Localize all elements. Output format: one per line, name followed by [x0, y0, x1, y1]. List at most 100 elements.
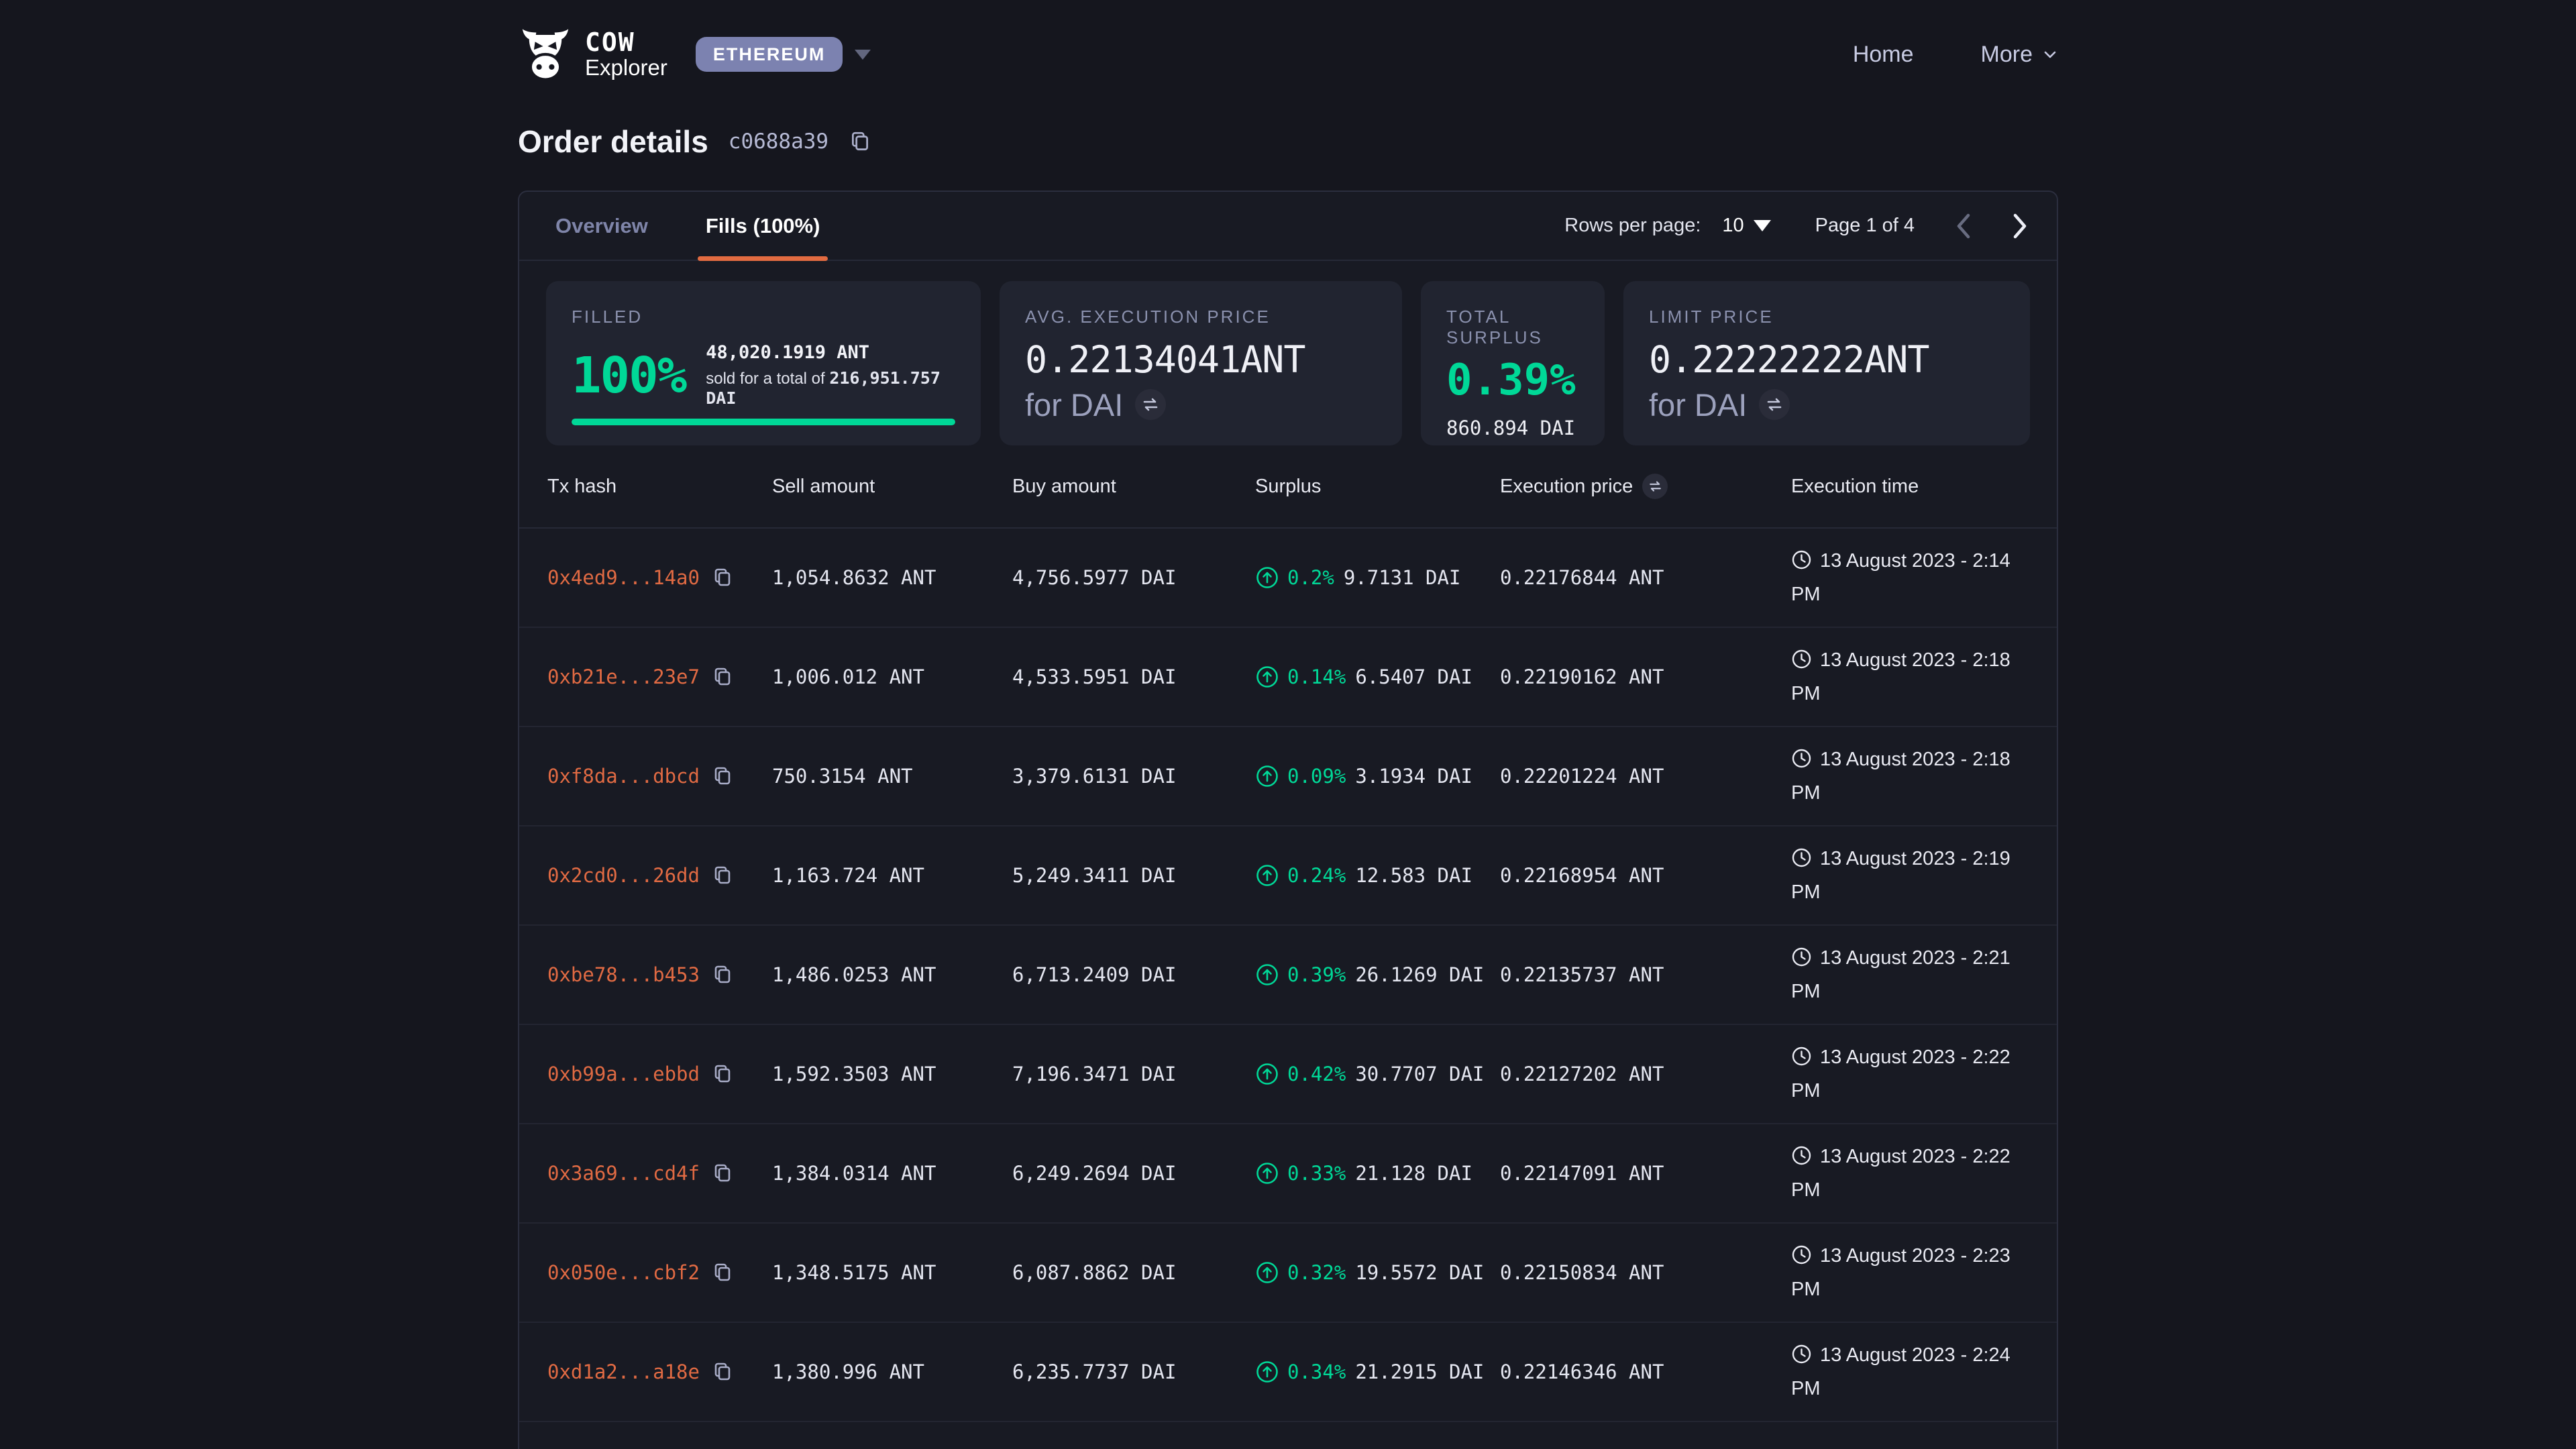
execution-price: 0.22168954 ANT — [1500, 864, 1791, 887]
filled-progress-fill — [572, 419, 955, 425]
select-caret-icon — [1754, 220, 1771, 231]
copy-tx-hash-button[interactable] — [712, 1063, 733, 1085]
buy-amount: 6,235.7737 DAI — [1012, 1360, 1255, 1383]
cow-icon — [518, 27, 573, 82]
fills-table: Tx hash Sell amount Buy amount Surplus E… — [519, 445, 2057, 1422]
next-page-button[interactable] — [2011, 213, 2029, 239]
execution-price: 0.22201224 ANT — [1500, 765, 1791, 788]
buy-amount: 4,756.5977 DAI — [1012, 566, 1255, 589]
fill-row: 0x2cd0...26dd 1,163.724 ANT 5,249.3411 D… — [519, 826, 2057, 926]
copy-tx-hash-button[interactable] — [712, 964, 733, 985]
tx-hash-link[interactable]: 0xb21e...23e7 — [547, 665, 700, 688]
copy-tx-hash-button[interactable] — [712, 1163, 733, 1184]
surplus-amount: 3.1934 DAI — [1355, 765, 1472, 788]
sell-amount: 1,486.0253 ANT — [772, 963, 1012, 986]
tx-hash-link[interactable]: 0xd1a2...a18e — [547, 1360, 700, 1383]
sell-amount: 1,054.8632 ANT — [772, 566, 1012, 589]
surplus-percent: 0.34% — [1287, 1360, 1346, 1383]
surplus-amount: 21.128 DAI — [1355, 1162, 1472, 1185]
col-execution-price: Execution price — [1500, 474, 1791, 499]
header: COW Explorer ETHEREUM Home More — [518, 0, 2058, 82]
copy-icon — [712, 1163, 733, 1184]
network-selector[interactable]: ETHEREUM — [696, 37, 843, 72]
total-surplus-label: TOTAL SURPLUS — [1446, 307, 1579, 348]
cow-explorer-logo[interactable]: COW Explorer — [518, 27, 667, 82]
rows-per-page-select[interactable]: 10 — [1722, 215, 1770, 237]
sell-amount: 1,348.5175 ANT — [772, 1261, 1012, 1284]
invert-limit-price-button[interactable] — [1759, 389, 1790, 420]
invert-execution-price-button[interactable] — [1642, 474, 1668, 499]
tab-bar: Overview Fills (100%) Rows per page: 10 … — [519, 192, 2057, 261]
copy-tx-hash-button[interactable] — [712, 666, 733, 688]
buy-amount: 6,713.2409 DAI — [1012, 963, 1255, 986]
page-status: Page 1 of 4 — [1815, 215, 1915, 237]
pagination: Rows per page: 10 Page 1 of 4 — [1564, 213, 2029, 239]
tx-hash-link[interactable]: 0x050e...cbf2 — [547, 1261, 700, 1284]
chevron-right-icon — [2011, 213, 2029, 239]
execution-time: 13 August 2023 - 2:19 PM — [1791, 844, 2017, 908]
surplus-up-icon — [1255, 1360, 1279, 1384]
clock-icon — [1791, 1344, 1812, 1374]
execution-time-text: 13 August 2023 - 2:23 PM — [1791, 1245, 2010, 1300]
clock-icon — [1791, 1046, 1812, 1076]
sell-amount: 1,384.0314 ANT — [772, 1162, 1012, 1185]
network-caret-icon[interactable] — [855, 50, 871, 60]
copy-tx-hash-button[interactable] — [712, 1262, 733, 1283]
execution-time-text: 13 August 2023 - 2:24 PM — [1791, 1344, 2010, 1399]
surplus-up-icon — [1255, 566, 1279, 590]
fill-row: 0xbe78...b453 1,486.0253 ANT 6,713.2409 … — [519, 926, 2057, 1025]
copy-tx-hash-button[interactable] — [712, 765, 733, 787]
copy-tx-hash-button[interactable] — [712, 567, 733, 588]
tx-hash-link[interactable]: 0x4ed9...14a0 — [547, 566, 700, 589]
surplus-percent: 0.32% — [1287, 1261, 1346, 1284]
tx-hash-link[interactable]: 0xf8da...dbcd — [547, 765, 700, 788]
nav-home[interactable]: Home — [1853, 42, 1914, 68]
surplus-up-icon — [1255, 863, 1279, 888]
execution-price: 0.22135737 ANT — [1500, 963, 1791, 986]
copy-icon — [849, 130, 871, 153]
surplus-up-icon — [1255, 1062, 1279, 1086]
copy-tx-hash-button[interactable] — [712, 865, 733, 886]
prev-page-button[interactable] — [1955, 213, 1972, 239]
buy-amount: 3,379.6131 DAI — [1012, 765, 1255, 788]
copy-order-id-button[interactable] — [849, 130, 871, 153]
execution-time: 13 August 2023 - 2:22 PM — [1791, 1042, 2017, 1106]
nav-more[interactable]: More — [1981, 42, 2058, 68]
swap-icon — [1142, 397, 1159, 412]
avg-price-value: 0.22134041ANT — [1025, 341, 1377, 380]
limit-price-card: LIMIT PRICE 0.22222222ANT for DAI — [1623, 281, 2030, 445]
filled-label: FILLED — [572, 307, 955, 327]
copy-icon — [712, 666, 733, 688]
tx-hash-link[interactable]: 0x2cd0...26dd — [547, 864, 700, 887]
tab-overview[interactable]: Overview — [547, 192, 656, 260]
tx-hash-link[interactable]: 0xb99a...ebbd — [547, 1063, 700, 1085]
clock-icon — [1791, 549, 1812, 580]
swap-icon — [1766, 397, 1783, 412]
fill-row: 0xb99a...ebbd 1,592.3503 ANT 7,196.3471 … — [519, 1025, 2057, 1124]
limit-price-label: LIMIT PRICE — [1649, 307, 2004, 327]
tab-fills[interactable]: Fills (100%) — [698, 192, 828, 260]
execution-price: 0.22147091 ANT — [1500, 1162, 1791, 1185]
surplus-amount: 9.7131 DAI — [1344, 566, 1461, 589]
col-buy-amount: Buy amount — [1012, 476, 1255, 498]
execution-price: 0.22127202 ANT — [1500, 1063, 1791, 1085]
tx-hash-link[interactable]: 0xbe78...b453 — [547, 963, 700, 986]
fills-table-body: 0x4ed9...14a0 1,054.8632 ANT 4,756.5977 … — [519, 529, 2057, 1422]
stat-cards: FILLED 100% 48,020.1919 ANT sold for a t… — [546, 281, 2030, 445]
brand-subtitle: Explorer — [585, 56, 667, 79]
tx-hash-link[interactable]: 0x3a69...cd4f — [547, 1162, 700, 1185]
fill-row: 0x4ed9...14a0 1,054.8632 ANT 4,756.5977 … — [519, 529, 2057, 628]
execution-time: 13 August 2023 - 2:22 PM — [1791, 1142, 2017, 1205]
sell-amount: 1,380.996 ANT — [772, 1360, 1012, 1383]
order-id: c0688a39 — [729, 129, 828, 154]
invert-price-button[interactable] — [1135, 389, 1166, 420]
brand-name: COW — [585, 30, 667, 56]
filled-progress-bar — [572, 419, 955, 425]
swap-icon — [1648, 480, 1662, 492]
execution-price: 0.22146346 ANT — [1500, 1360, 1791, 1383]
copy-tx-hash-button[interactable] — [712, 1361, 733, 1383]
surplus-up-icon — [1255, 963, 1279, 987]
surplus-up-icon — [1255, 665, 1279, 689]
surplus-percent: 0.2% — [1287, 566, 1334, 589]
surplus-amount: 30.7707 DAI — [1355, 1063, 1484, 1085]
